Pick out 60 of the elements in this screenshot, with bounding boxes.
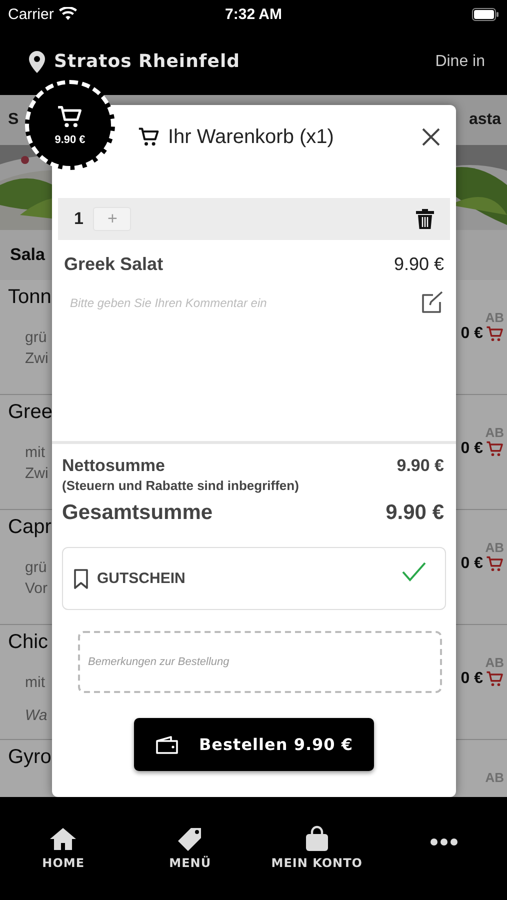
- close-button[interactable]: [420, 126, 442, 148]
- dish-description: Zwi: [24, 464, 50, 484]
- wallet-icon: [154, 734, 179, 754]
- dish-name[interactable]: Gyro: [8, 746, 52, 769]
- carrier-name: Carrier: [8, 6, 54, 22]
- dish-description: mit: [24, 673, 46, 693]
- dish-note: Wa: [24, 707, 48, 724]
- dish-name[interactable]: Gree: [8, 401, 52, 424]
- voucher-button[interactable]: GUTSCHEIN: [62, 547, 446, 610]
- more-icon: [430, 837, 458, 847]
- dish-price: 0 €: [460, 670, 483, 688]
- dish-description: grü: [24, 328, 48, 348]
- cart-icon: [486, 325, 504, 343]
- dish-price: 0 €: [460, 325, 483, 343]
- battery-icon: [472, 8, 499, 20]
- dish-name[interactable]: Capr: [8, 516, 52, 539]
- dine-in-toggle[interactable]: Dine in: [435, 52, 485, 70]
- remarks-field[interactable]: Bemerkungen zur Bestellung: [78, 631, 442, 693]
- edit-icon[interactable]: [420, 291, 444, 315]
- dish-description: grü: [24, 558, 48, 578]
- dialog-title: Ihr Warenkorb (x1): [168, 126, 334, 148]
- dish-name[interactable]: Tonn: [8, 286, 52, 309]
- item-price: 9.90 €: [394, 254, 444, 275]
- dish-description: Zwi: [24, 349, 50, 369]
- item-name: Greek Salat: [64, 254, 164, 275]
- category-tab[interactable]: asta: [468, 111, 501, 129]
- nav-tab[interactable]: MEIN KONTO: [262, 825, 372, 870]
- quantity: 1: [74, 209, 84, 229]
- trash-icon[interactable]: [414, 208, 436, 230]
- price-prefix: AB: [485, 425, 504, 440]
- dish-price: 0 €: [460, 555, 483, 573]
- cart-icon: [57, 104, 83, 130]
- cart-icon: [486, 670, 504, 688]
- dish-description: Vor: [24, 579, 49, 599]
- nav-tab[interactable]: MENÜ: [135, 825, 246, 870]
- location-pin-icon: [28, 50, 46, 72]
- tax-note: (Steuern und Rabatte sind inbegriffen): [62, 478, 300, 493]
- comment-field[interactable]: Bitte geben Sie Ihren Kommentar ein: [70, 296, 420, 310]
- home-icon: [49, 825, 78, 853]
- bookmark-icon: [73, 568, 89, 588]
- order-button[interactable]: Bestellen 9.90 €: [134, 718, 374, 771]
- category-tab[interactable]: S: [8, 111, 19, 129]
- restaurant-name[interactable]: Stratos Rheinfeld: [54, 51, 240, 72]
- clock-time: 7:32 AM: [225, 6, 282, 22]
- total-label: Gesamtsumme: [62, 501, 213, 525]
- dish-description: mit: [24, 443, 46, 463]
- wifi-icon: [58, 7, 77, 21]
- cart-icon: [138, 126, 160, 148]
- price-prefix: AB: [485, 655, 504, 670]
- net-label: Nettosumme: [62, 456, 165, 476]
- dish-price: 0 €: [460, 440, 483, 458]
- net-value: 9.90 €: [396, 456, 444, 476]
- price-prefix: AB: [485, 540, 504, 555]
- cart-icon: [486, 555, 504, 573]
- nav-tab[interactable]: HOME: [8, 825, 118, 870]
- cart-icon: [486, 440, 504, 458]
- price-prefix: AB: [485, 770, 504, 785]
- dish-name[interactable]: Chic: [8, 631, 48, 654]
- total-value: 9.90 €: [386, 501, 444, 525]
- price-prefix: AB: [485, 310, 504, 325]
